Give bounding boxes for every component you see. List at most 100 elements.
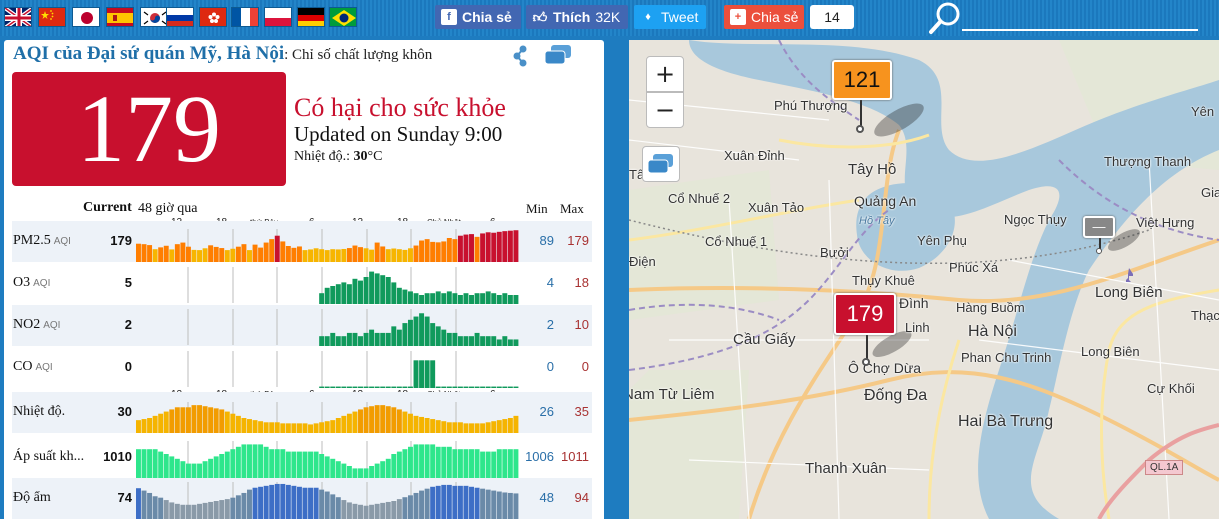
sparkline-bar (407, 386, 413, 388)
map-layers-button[interactable] (642, 146, 680, 182)
flag-japan-icon[interactable] (72, 7, 100, 27)
aqi-marker[interactable]: 179 (834, 293, 896, 335)
sparkline-bar (457, 485, 463, 519)
map-label: Tây Hồ (848, 161, 897, 178)
sparkline-bar (180, 242, 186, 262)
sparkline-bar (291, 247, 297, 262)
gplus-share-button[interactable]: + Chia sẻ (724, 5, 804, 29)
zoom-out-button[interactable]: − (646, 92, 684, 128)
sparkline-bar (230, 449, 236, 478)
sparkline-bar (341, 386, 347, 388)
row-max: 94 (574, 490, 589, 505)
sparkline-bar (446, 446, 452, 478)
sparkline-bar (241, 444, 247, 478)
sparkline-bar (363, 386, 369, 388)
sparkline-bar (313, 248, 319, 262)
sparkline-bar (385, 458, 391, 478)
sparkline-bar (313, 451, 319, 478)
no2-row[interactable]: NO2 AQI 2 2 10 (12, 305, 592, 346)
flag-brazil-icon[interactable] (329, 7, 357, 27)
flag-germany-icon[interactable] (297, 7, 325, 27)
aqi-marker[interactable]: 121 (832, 60, 892, 100)
sparkline-bar (513, 415, 519, 433)
co-row[interactable]: CO AQI 0 0 0 (12, 347, 592, 388)
row-current: 0 (124, 359, 132, 374)
tweet-button[interactable]: ♦ Tweet (634, 5, 706, 29)
sparkline-bar (147, 418, 153, 433)
sparkline-bar (385, 406, 391, 433)
facebook-like-button[interactable]: 👍︎ Thích 32K (526, 5, 628, 29)
flag-poland-icon[interactable] (264, 7, 292, 27)
sparkline-bar (485, 489, 491, 519)
tweet-label: Tweet (661, 9, 699, 25)
sparkline-bar (391, 248, 397, 262)
sparkline-bar (346, 386, 352, 388)
sparkline-bar (491, 336, 497, 346)
sparkline-bar (352, 386, 358, 388)
sparkline-bar (319, 489, 325, 519)
sparkline-bar (202, 406, 208, 433)
sparkline-bar (485, 232, 491, 262)
aqi-marker[interactable]: — (1083, 216, 1115, 238)
sparkline-bar (407, 248, 413, 262)
pressure-row[interactable]: Áp suất kh... 1010 1006 1011 (12, 437, 592, 478)
station-name[interactable]: AQI của Đại sứ quán Mỹ, Hà Nội (13, 43, 284, 64)
sparkline-bar (224, 499, 230, 519)
row-min: 2 (546, 317, 554, 332)
sparkline-bar (491, 232, 497, 262)
sparkline-bar (346, 502, 352, 519)
sparkline-bar (197, 250, 203, 262)
sparkline-bar (152, 449, 158, 478)
top-toolbar: f Chia sẻ 👍︎ Thích 32K ♦ Tweet + Chia sẻ… (0, 0, 1219, 36)
sparkline-bar (147, 449, 153, 478)
widget-layers-icon[interactable] (543, 43, 573, 67)
sparkline-bar (402, 323, 408, 346)
o3-sparkline (187, 267, 519, 304)
sparkline-bar (463, 449, 469, 478)
sparkline-bar (491, 490, 497, 519)
sparkline-bar (430, 241, 436, 262)
flag-korea-icon[interactable] (140, 7, 168, 27)
sparkline-bar (324, 456, 330, 478)
sparkline-bar (352, 278, 358, 304)
sparkline-bar (330, 420, 336, 433)
share-network-icon[interactable] (511, 44, 533, 68)
sparkline-bar (424, 239, 430, 262)
o3-row[interactable]: O3 AQI 5 4 18 (12, 263, 592, 304)
sparkline-bar (424, 488, 430, 519)
flag-spain-icon[interactable] (106, 7, 134, 27)
sparkline-bar (202, 502, 208, 519)
zoom-in-button[interactable]: + (646, 56, 684, 92)
flag-china-icon[interactable] (38, 7, 66, 27)
sparkline-bar (158, 247, 164, 262)
flag-russia-icon[interactable] (166, 7, 194, 27)
sparkline-bar (346, 248, 352, 262)
aqi-panel: AQI của Đại sứ quán Mỹ, Hà Nội: Chỉ số c… (4, 40, 604, 519)
map-label: Xuân Đỉnh (724, 148, 785, 163)
search-icon[interactable] (928, 1, 964, 35)
row-label: Độ ẩm (13, 490, 51, 505)
sparkline-bar (463, 423, 469, 433)
humidity-row[interactable]: Độ ẩm 74 48 94 (12, 478, 592, 519)
search-input[interactable] (962, 29, 1198, 31)
sparkline-bar (463, 485, 469, 519)
sparkline-bar (235, 446, 241, 478)
row-min: 48 (539, 490, 554, 505)
facebook-share-button[interactable]: f Chia sẻ (435, 5, 521, 29)
flag-hongkong-icon[interactable] (199, 7, 227, 27)
sparkline-bar (335, 497, 341, 519)
row-min: 1006 (525, 449, 554, 464)
map-label: Long Biên (1081, 344, 1140, 359)
temperature-row[interactable]: Nhiệt độ. 30 26 35 (12, 392, 592, 433)
sparkline-bar (369, 249, 375, 262)
sparkline-bar (413, 293, 419, 304)
sparkline-bar (258, 421, 264, 433)
flag-france-icon[interactable] (231, 7, 259, 27)
thumbs-up-icon: 👍︎ (532, 9, 548, 25)
sparkline-bar (496, 231, 502, 262)
aqi-map[interactable]: Phú Thượng Thượng Thanh Xuân Đỉnh Tây Hồ… (629, 40, 1219, 519)
pm25-row[interactable]: PM2.5 AQI 179 89 179 (12, 221, 592, 262)
flag-english-icon[interactable] (4, 7, 32, 27)
sparkline-bar (374, 463, 380, 478)
sparkline-bar (435, 420, 441, 433)
